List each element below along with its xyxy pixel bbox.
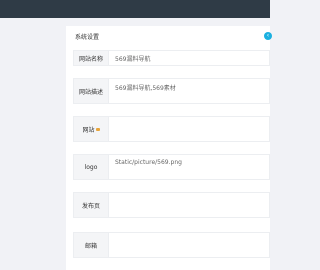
toggle-icon[interactable]: ‹ <box>264 32 272 40</box>
email-label: 邮箱 <box>73 232 109 258</box>
settings-panel: 系统设置 ‹ 网站名称 569漏料导航 网站描述 569漏料导航,569素材 网… <box>66 26 272 270</box>
logo-label: logo <box>73 154 109 180</box>
top-bar <box>0 0 270 18</box>
pencil-icon <box>95 127 100 131</box>
site-name-label: 网站名称 <box>73 50 109 66</box>
site-url-input[interactable] <box>109 116 270 142</box>
site-url-label: 网站 <box>73 116 109 142</box>
site-description-input[interactable]: 569漏料导航,569素材 <box>109 78 270 104</box>
site-description-label: 网站描述 <box>73 78 109 104</box>
panel-title: 系统设置 <box>75 34 100 41</box>
publish-page-label: 发布页 <box>73 192 109 218</box>
email-input[interactable] <box>109 232 270 258</box>
publish-page-input[interactable] <box>109 192 270 218</box>
logo-input[interactable]: Static/picture/569.png <box>109 154 270 180</box>
site-url-label-text: 网站 <box>82 126 95 134</box>
site-name-input[interactable]: 569漏料导航 <box>109 50 270 66</box>
sidebar <box>0 18 60 270</box>
